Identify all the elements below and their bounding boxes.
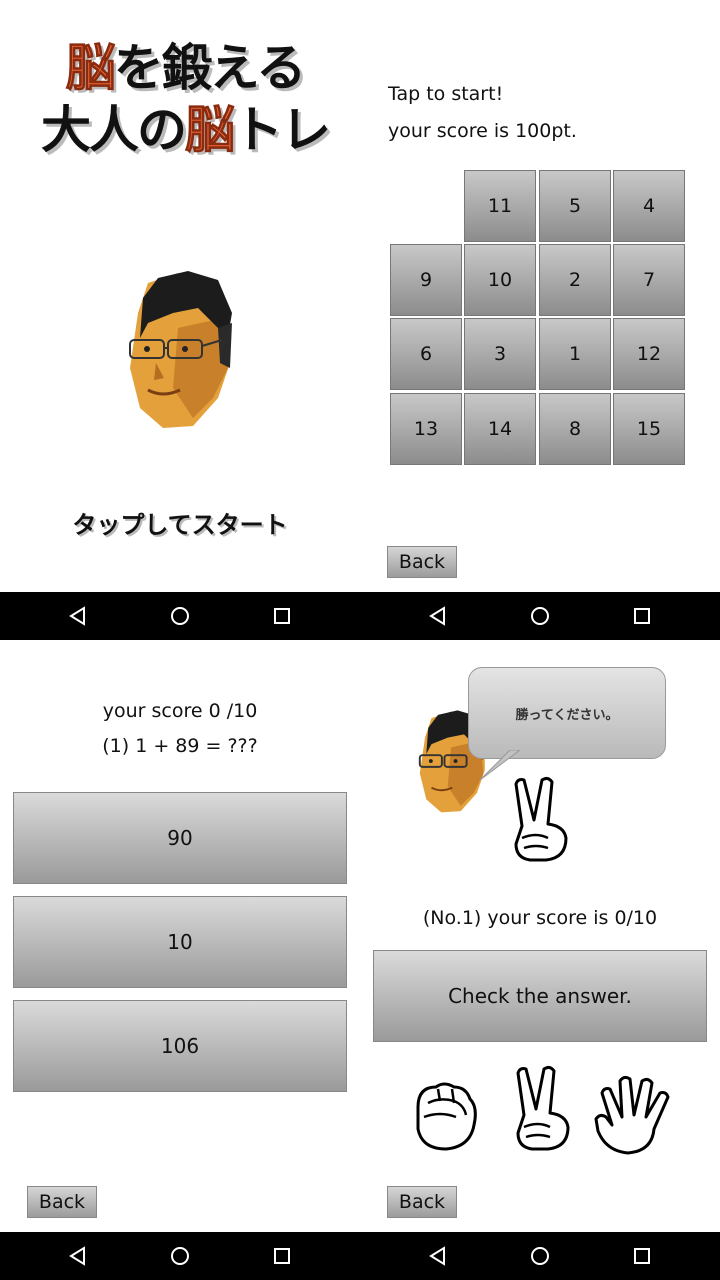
back-triangle-icon[interactable] [68,606,88,626]
rock-hand-icon[interactable] [410,1077,480,1153]
professor-face-icon [129,271,232,428]
back-triangle-icon[interactable] [428,1246,448,1266]
back-button[interactable]: Back [27,1186,97,1218]
puzzle-tile[interactable]: 3 [464,318,536,390]
puzzle-tile[interactable]: 13 [390,393,462,465]
back-button[interactable]: Back [387,546,457,578]
puzzle-tile[interactable]: 10 [464,244,536,316]
system-navbar [0,592,720,640]
home-circle-icon[interactable] [530,1246,550,1266]
check-answer-button[interactable]: Check the answer. [373,950,707,1042]
recents-square-icon[interactable] [272,606,292,626]
paper-hand-icon[interactable] [592,1073,676,1157]
recents-square-icon[interactable] [632,1246,652,1266]
puzzle-tile[interactable]: 12 [613,318,685,390]
recents-square-icon[interactable] [632,606,652,626]
home-circle-icon[interactable] [170,606,190,626]
puzzle-screen: Tap to start! your score is 100pt. 11 5 … [360,0,720,592]
recents-square-icon[interactable] [272,1246,292,1266]
puzzle-tile[interactable]: 14 [464,393,536,465]
scissors-hand-icon [514,776,568,862]
puzzle-tile[interactable]: 8 [539,393,611,465]
puzzle-tile[interactable]: 9 [390,244,462,316]
app-title-line1: 脳を鍛える [65,38,306,98]
quiz-screen: your score 0 /10 (1) 1 + 89 = ??? 90 10 … [0,640,360,1232]
janken-screen: 勝ってください。 (No.1) your score is 0/10 Check… [360,640,720,1232]
puzzle-tile[interactable]: 7 [613,244,685,316]
question-text: (1) 1 + 89 = ??? [102,735,258,757]
answer-button[interactable]: 106 [13,1000,347,1092]
puzzle-tile[interactable]: 5 [539,170,611,242]
back-button[interactable]: Back [387,1186,457,1218]
app-title-line2: 大人の脳トレ [41,100,331,160]
home-circle-icon[interactable] [530,606,550,626]
score-text: (No.1) your score is 0/10 [422,907,658,929]
home-circle-icon[interactable] [170,1246,190,1266]
scissors-hand-icon[interactable] [510,1065,574,1153]
tap-to-start-text: Tap to start! [388,83,504,105]
puzzle-tile[interactable]: 4 [613,170,685,242]
answer-button[interactable]: 90 [13,792,347,884]
score-text: your score 0 /10 [102,700,258,722]
puzzle-tile[interactable]: 2 [539,244,611,316]
title-screen[interactable]: 脳を鍛える 大人の脳トレ タップしてスタート [0,0,360,592]
back-triangle-icon[interactable] [428,606,448,626]
system-navbar [0,1232,720,1280]
speech-bubble: 勝ってください。 [468,667,666,759]
puzzle-tile[interactable]: 6 [390,318,462,390]
back-triangle-icon[interactable] [68,1246,88,1266]
puzzle-tile[interactable]: 11 [464,170,536,242]
score-text: your score is 100pt. [388,120,577,142]
speech-text: 勝ってください。 [515,707,619,723]
answer-button[interactable]: 10 [13,896,347,988]
puzzle-tile[interactable]: 1 [539,318,611,390]
puzzle-tile[interactable]: 15 [613,393,685,465]
tap-to-start-label[interactable]: タップしてスタート [0,505,360,540]
